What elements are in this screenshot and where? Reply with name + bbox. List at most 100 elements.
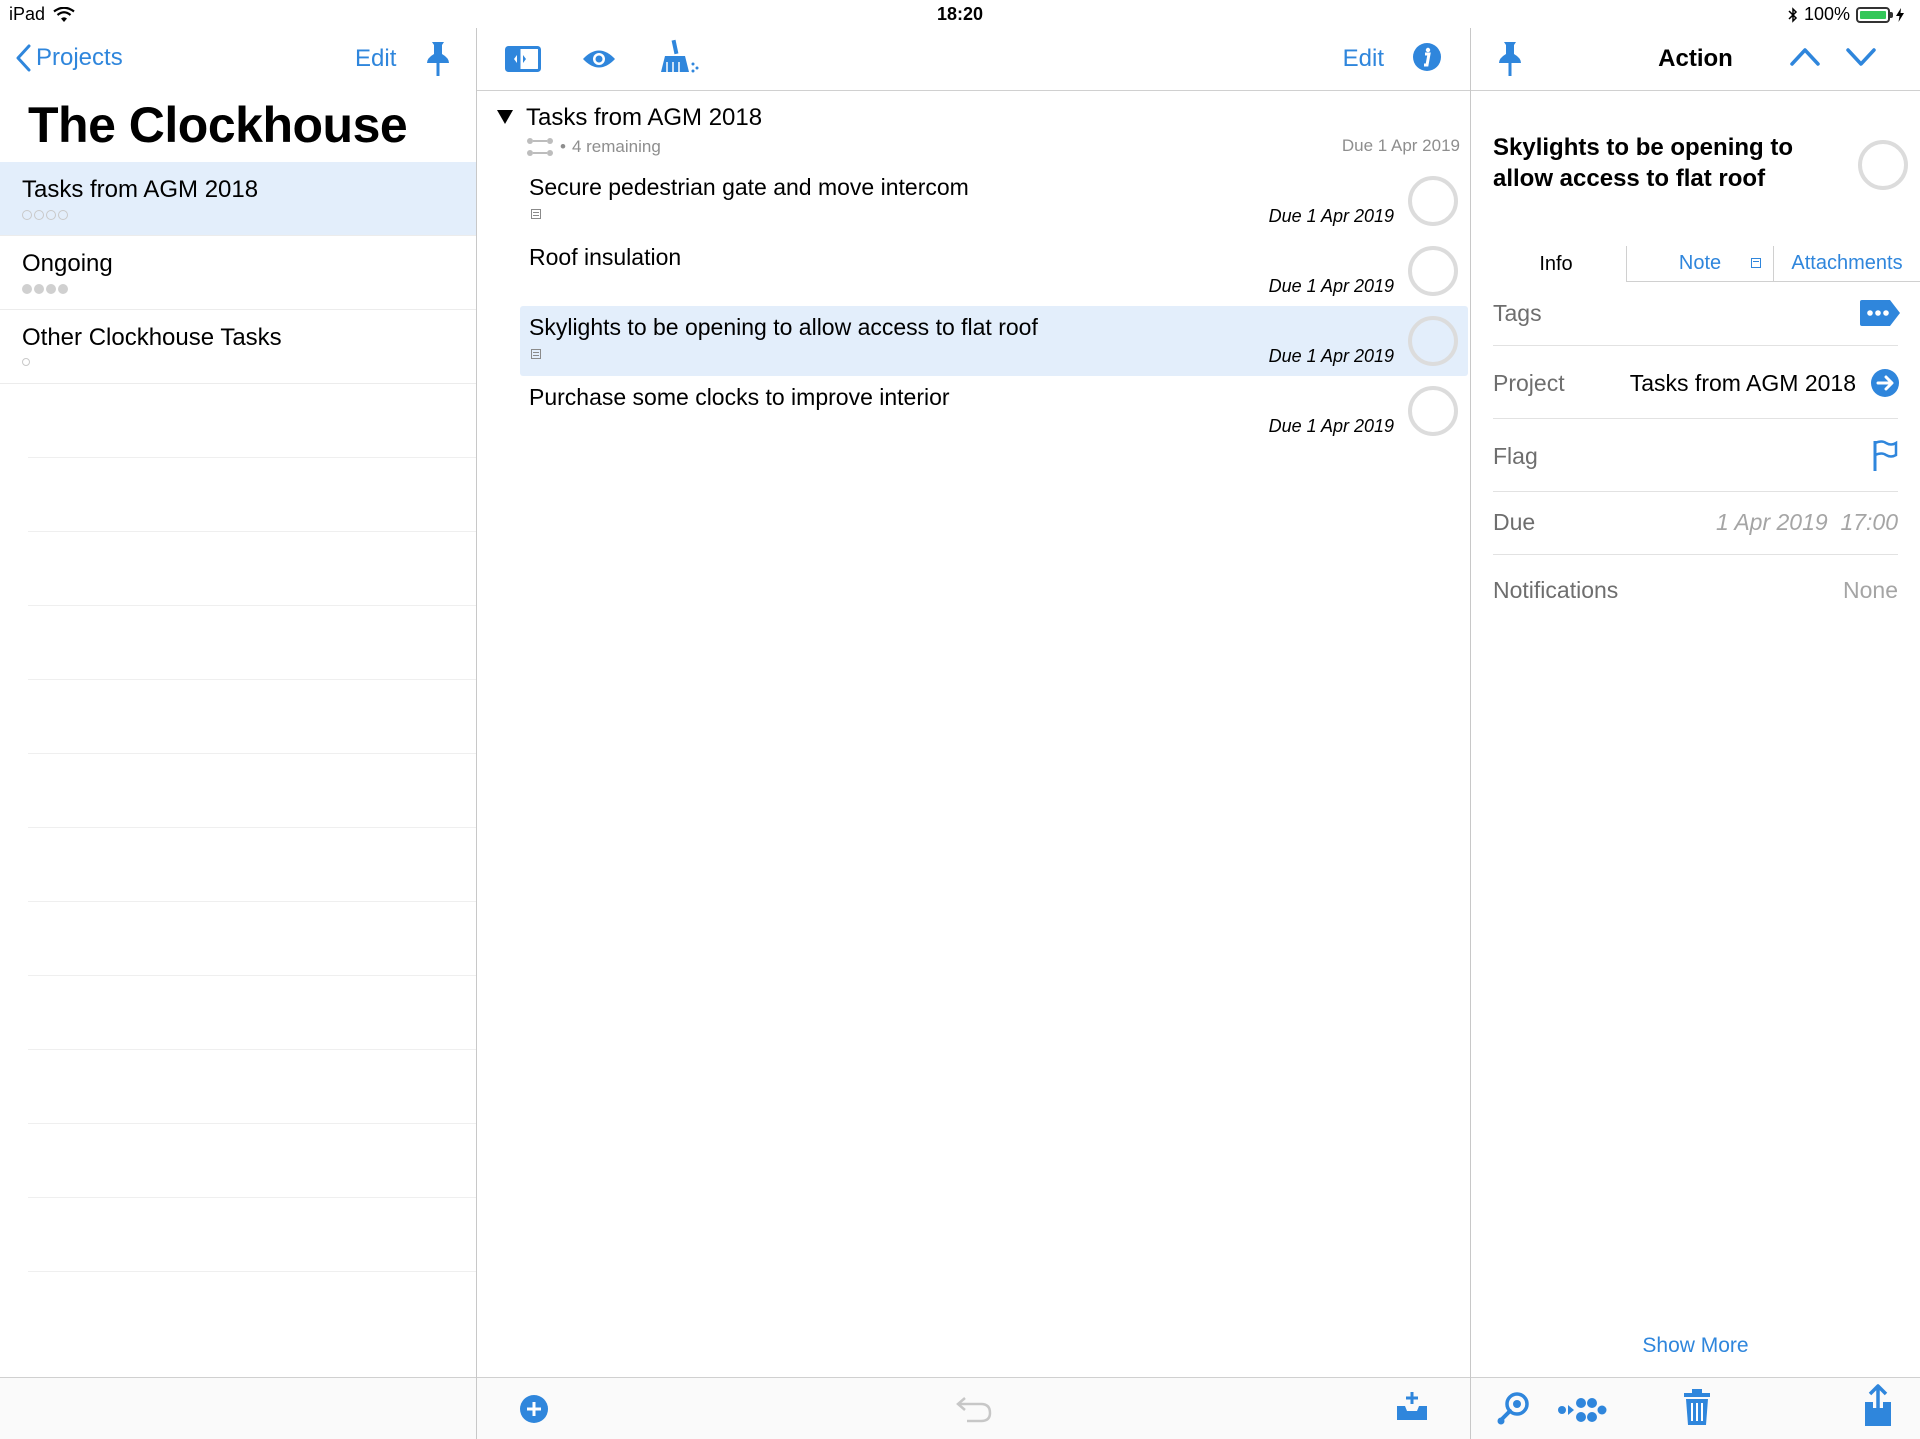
move-icon[interactable] [1557, 1396, 1607, 1429]
remaining-count: 4 remaining [571, 137, 661, 156]
tags-field[interactable]: Tags [1493, 282, 1900, 346]
empty-row [28, 1198, 476, 1272]
task-due: Due 1 Apr 2019 [1268, 346, 1394, 366]
action-title[interactable]: Skylights to be opening to allow access … [1493, 132, 1813, 194]
project-field[interactable]: Project Tasks from AGM 2018 [1493, 346, 1900, 419]
project-row[interactable]: Ongoing [0, 236, 476, 310]
notifications-value: None [1843, 577, 1898, 603]
trash-icon[interactable] [1683, 1388, 1711, 1431]
project-name: Other Clockhouse Tasks [22, 324, 282, 351]
group-meta: • 4 remaining [526, 136, 661, 158]
battery-percent: 100% [1803, 4, 1850, 24]
empty-row [28, 902, 476, 976]
empty-row [28, 754, 476, 828]
clean-up-broom-icon[interactable] [659, 38, 701, 81]
task-title: Secure pedestrian gate and move intercom [529, 174, 969, 200]
flag-icon[interactable] [1872, 439, 1898, 479]
empty-row [28, 1124, 476, 1198]
project-row[interactable]: Other Clockhouse Tasks [0, 310, 476, 384]
flag-label: Flag [1493, 443, 1538, 469]
disclosure-triangle-icon[interactable] [497, 110, 513, 124]
completion-checkbox[interactable] [1408, 386, 1458, 436]
tab-note[interactable]: Note [1626, 246, 1774, 282]
back-button[interactable]: Projects [16, 44, 123, 72]
focus-icon[interactable] [1496, 1390, 1532, 1431]
task-title: Purchase some clocks to improve interior [529, 384, 950, 410]
battery-icon [1856, 6, 1893, 23]
completion-checkbox[interactable] [1408, 246, 1458, 296]
empty-row [28, 532, 476, 606]
chevron-up-icon[interactable] [1789, 46, 1821, 73]
project-label: Project [1493, 370, 1565, 396]
group-due-date: Due 1 Apr 2019 [1341, 136, 1460, 155]
inspector: Action Skylights to be opening to allow … [1471, 28, 1920, 1439]
task-row[interactable]: Skylights to be opening to allow access … [520, 306, 1468, 376]
notifications-field[interactable]: Notifications None [1493, 555, 1898, 629]
tab-note-label: Note [1678, 252, 1722, 274]
add-icon[interactable] [519, 1394, 549, 1429]
eye-icon[interactable] [581, 48, 617, 75]
tags-label: Tags [1493, 300, 1542, 326]
task-list: Secure pedestrian gate and move intercom… [520, 166, 1468, 446]
empty-row [28, 606, 476, 680]
note-indicator-icon [531, 349, 541, 359]
project-name: Ongoing [22, 250, 113, 277]
clock: 18:20 [936, 4, 984, 24]
project-list: Tasks from AGM 2018 Ongoing Other Clockh… [0, 162, 476, 1272]
tab-info[interactable]: Info [1486, 246, 1626, 282]
edit-button[interactable]: Edit [355, 45, 396, 73]
task-row[interactable]: Secure pedestrian gate and move intercom… [520, 166, 1468, 236]
task-row[interactable]: Purchase some clocks to improve interior… [520, 376, 1468, 446]
progress-dots [22, 284, 68, 294]
task-row[interactable]: Roof insulation Due 1 Apr 2019 [520, 236, 1468, 306]
due-value: 1 Apr 2019 17:00 [1715, 509, 1898, 535]
due-field[interactable]: Due 1 Apr 2019 17:00 [1493, 492, 1898, 555]
tab-attachments[interactable]: Attachments [1774, 246, 1920, 282]
share-icon[interactable] [1863, 1384, 1893, 1433]
project-value: Tasks from AGM 2018 [1629, 370, 1856, 396]
empty-row [28, 828, 476, 902]
arrow-right-circle-icon[interactable] [1870, 368, 1900, 404]
chevron-left-icon [16, 44, 31, 72]
outline-toolbar [477, 1377, 1470, 1439]
group-title: Tasks from AGM 2018 [526, 104, 763, 131]
bluetooth-icon [1788, 6, 1798, 23]
back-button-label: Projects [36, 44, 123, 71]
progress-dots [22, 210, 68, 220]
task-due: Due 1 Apr 2019 [1268, 276, 1394, 296]
sequential-icon [527, 138, 553, 156]
project-name: Tasks from AGM 2018 [22, 176, 259, 203]
project-group-header[interactable]: Tasks from AGM 2018 • 4 remaining Due 1 … [477, 100, 1470, 160]
empty-row [28, 680, 476, 754]
sidebar-navbar: Projects Edit [0, 28, 476, 90]
task-due: Due 1 Apr 2019 [1268, 416, 1394, 436]
flag-field[interactable]: Flag [1493, 419, 1898, 492]
status-bar: iPad 18:20 100% [0, 0, 1920, 28]
show-more-button[interactable]: Show More [1471, 1334, 1920, 1358]
inspector-toolbar [1471, 1377, 1920, 1439]
note-indicator-icon [1751, 258, 1761, 268]
completion-checkbox[interactable] [1408, 316, 1458, 366]
edit-button[interactable]: Edit [1343, 45, 1384, 73]
outline-navbar: Edit [477, 28, 1470, 91]
task-due: Due 1 Apr 2019 [1268, 206, 1394, 226]
task-title: Roof insulation [529, 244, 682, 270]
tag-add-icon[interactable] [1858, 298, 1902, 334]
chevron-down-icon[interactable] [1845, 46, 1877, 73]
completion-checkbox[interactable] [1858, 140, 1908, 190]
inbox-add-icon[interactable] [1395, 1390, 1429, 1427]
note-indicator-icon [531, 209, 541, 219]
empty-row [28, 976, 476, 1050]
inspector-tabs: Info Note Attachments [1486, 246, 1920, 282]
task-outline: Edit Tasks from AGM 2018 • 4 remaining D… [477, 28, 1471, 1439]
info-icon[interactable] [1412, 42, 1442, 77]
completion-checkbox[interactable] [1408, 176, 1458, 226]
project-row[interactable]: Tasks from AGM 2018 [0, 162, 476, 236]
sidebar-toggle-icon[interactable] [505, 46, 541, 77]
pin-icon[interactable] [425, 40, 451, 83]
undo-icon[interactable] [955, 1394, 993, 1429]
task-title: Skylights to be opening to allow access … [529, 314, 1038, 340]
inspector-navbar: Action [1471, 28, 1920, 91]
folder-title: The Clockhouse [28, 97, 408, 153]
due-label: Due [1493, 509, 1536, 535]
